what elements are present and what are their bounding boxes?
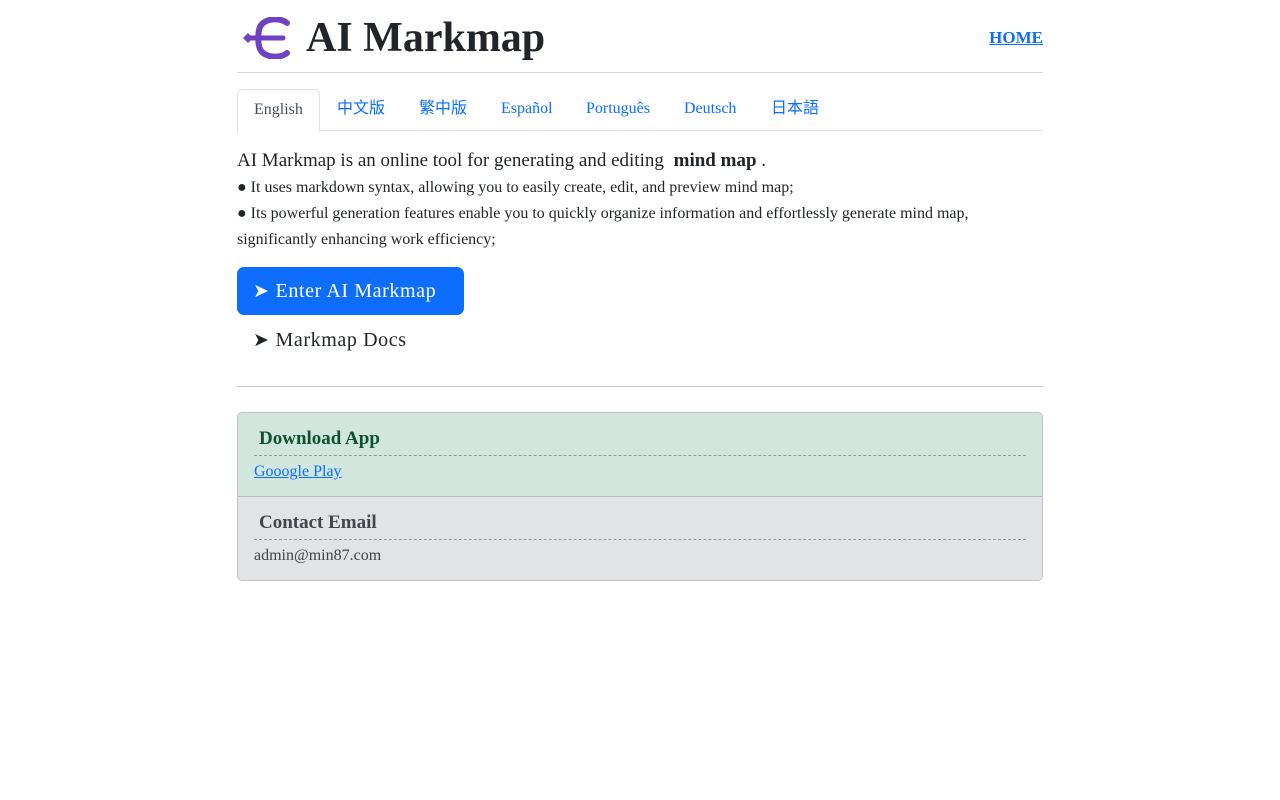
section-divider [237, 386, 1043, 387]
intro-headline: AI Markmap is an online tool for generat… [237, 148, 766, 174]
home-link[interactable]: HOME [989, 28, 1043, 48]
app-title: AI Markmap [306, 15, 546, 61]
intro-bullet: ● Its powerful generation features enabl… [237, 205, 969, 248]
tab-simplified-chinese[interactable]: 中文版 [321, 89, 401, 131]
language-tabs: English 中文版 繁中版 Español Português Deutsc… [237, 89, 1043, 132]
intro-bullets: ● It uses markdown syntax, allowing you … [237, 175, 1043, 253]
tab-english[interactable]: English [237, 89, 320, 132]
tab-spanish[interactable]: Español [485, 89, 569, 131]
intro-headline-text: AI Markmap is an online tool for generat… [237, 150, 664, 171]
enter-ai-markmap-button[interactable]: ➤ Enter AI Markmap [237, 267, 464, 315]
markmap-docs-link[interactable]: ➤ Markmap Docs [253, 325, 407, 355]
download-app-panel: Download App Gooogle Play [238, 413, 1042, 497]
page-container: AI Markmap HOME English 中文版 繁中版 Español … [237, 0, 1043, 581]
tab-traditional-chinese[interactable]: 繁中版 [403, 89, 483, 131]
intro-bullet: ● It uses markdown syntax, allowing you … [237, 179, 794, 196]
arrow-right-icon: ➤ [253, 280, 270, 302]
google-play-link[interactable]: Gooogle Play [254, 463, 342, 480]
enter-button-label: Enter AI Markmap [275, 280, 437, 302]
download-app-title: Download App [254, 427, 1026, 456]
tab-portuguese[interactable]: Português [570, 89, 666, 131]
tab-japanese[interactable]: 日本語 [755, 89, 835, 131]
download-app-body: Gooogle Play [254, 456, 1026, 486]
contact-email-address: admin@min87.com [254, 547, 382, 564]
intro-headline-bold: mind map [673, 150, 757, 171]
site-header: AI Markmap HOME [237, 0, 1043, 73]
info-panels: Download App Gooogle Play Contact Email … [237, 412, 1043, 581]
docs-link-label: Markmap Docs [275, 329, 407, 351]
arrow-right-icon: ➤ [253, 329, 270, 351]
contact-email-panel: Contact Email admin@min87.com [238, 497, 1042, 580]
intro-headline-period: . [761, 150, 767, 171]
markmap-logo-icon [243, 17, 290, 59]
tab-german[interactable]: Deutsch [668, 89, 752, 131]
contact-email-title: Contact Email [254, 511, 1026, 540]
